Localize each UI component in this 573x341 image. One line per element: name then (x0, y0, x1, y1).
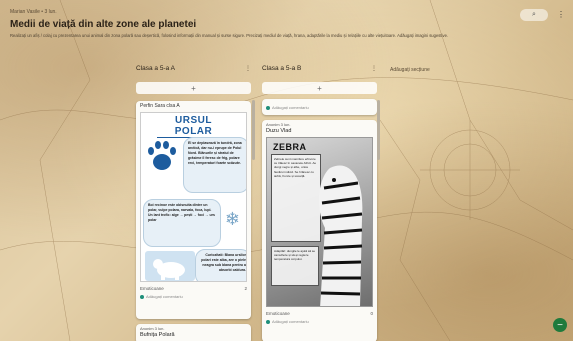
post-card[interactable]: Adăugați comentariu (262, 99, 377, 115)
info-bubble-habitat: El se deplasează în tundră, zona arctică… (183, 137, 246, 193)
info-bubble-food: Boi recinoe este obisnuita dintre un pol… (143, 199, 221, 247)
reaction-button[interactable]: Emoticoane (266, 311, 290, 316)
comment-input[interactable]: Adăugați comentariu (266, 105, 373, 110)
post-title: Bufnița Polară (140, 332, 175, 338)
post-card[interactable]: Perfin Sara clsa A URSUL POLAR El se dep… (136, 101, 251, 319)
avatar (266, 319, 270, 324)
post-card[interactable]: Anonim 3 lun. Bufnița Polară (136, 324, 251, 341)
avatar (140, 294, 144, 299)
poster-title: ZEBRA (273, 142, 307, 152)
post-card[interactable]: Anonim 3 lun. Duzu Vlad ZEBRA Zebrele su… (262, 120, 377, 341)
poster-title: URSUL POLAR (156, 115, 231, 138)
add-section-button[interactable]: Adăugați secțiune (390, 67, 430, 73)
comment-input[interactable]: Adăugați comentariu (140, 294, 247, 299)
add-post-button[interactable]: + (262, 82, 377, 94)
search-icon: ⌕ (532, 11, 536, 18)
board-title: Medii de viață din alte zone ale planete… (10, 19, 197, 30)
post-image-zebra[interactable]: ZEBRA Zebrele sunt mamifere erbivore ce … (266, 137, 373, 307)
post-meta: Anonim 3 lun. (266, 122, 291, 127)
comment-placeholder: Adăugați comentariu (272, 319, 309, 324)
snowflake-icon: ❄ (224, 209, 240, 229)
column-more-icon[interactable]: ⋮ (245, 65, 251, 72)
post-author: Perfin Sara clsa A (140, 103, 180, 109)
avatar (266, 105, 270, 110)
paw-icon (148, 141, 176, 170)
floating-action-button[interactable]: − (553, 318, 567, 332)
zebra-photo (319, 165, 363, 306)
comment-count: 2 (244, 286, 247, 291)
comment-placeholder: Adăugați comentariu (146, 294, 183, 299)
column-title: Clasa a 5-a A (136, 64, 176, 72)
column-clasa-a: Clasa a 5-a A ⋮ + Perfin Sara clsa A URS… (136, 63, 251, 341)
board-header: Marian Vasile • 3 lun. Medii de viață di… (10, 9, 533, 39)
post-image-polar-bear[interactable]: URSUL POLAR El se deplasează în tundră, … (140, 112, 247, 282)
board-description: Realizați un afiș / colaj cu prezentarea… (10, 33, 449, 38)
post-title: Duzu Vlad (266, 128, 292, 134)
post-reactions: Emoticoane 2 (140, 286, 247, 291)
add-post-button[interactable]: + (136, 82, 251, 94)
board-meta: Marian Vasile • 3 lun. (10, 9, 57, 15)
comment-input[interactable]: Adăugați comentariu (266, 319, 373, 324)
info-bubble-curiosities: Curiozitati: Blana ursilor polari este a… (195, 249, 246, 281)
column-more-icon[interactable]: ⋮ (371, 65, 377, 72)
column-scrollbar[interactable] (252, 100, 255, 160)
column-scrollbar[interactable] (377, 100, 380, 160)
more-dots-icon[interactable]: ⋮ (557, 10, 565, 19)
column-clasa-b: Clasa a 5-a B ⋮ + Adăugați comentariu An… (262, 63, 377, 341)
search-button[interactable]: ⌕ (520, 9, 548, 21)
polar-bear-illustration (145, 251, 195, 281)
post-meta: Anonim 3 lun. (140, 326, 165, 331)
comment-count: 0 (370, 311, 373, 316)
column-title: Clasa a 5-a B (262, 64, 302, 72)
comment-placeholder: Adăugați comentariu (272, 105, 309, 110)
post-reactions: Emoticoane 0 (266, 311, 373, 316)
reaction-button[interactable]: Emoticoane (140, 286, 164, 291)
